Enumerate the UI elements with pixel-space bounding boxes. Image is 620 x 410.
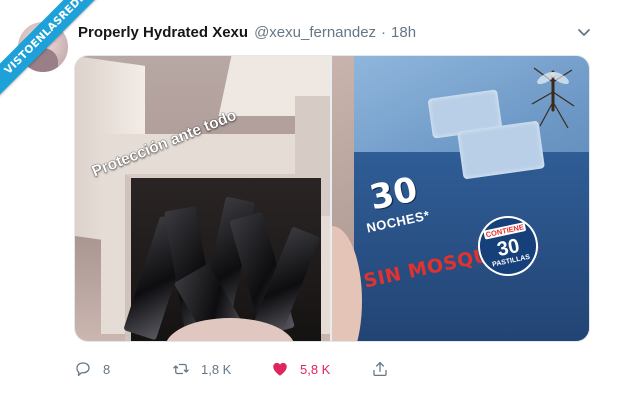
chevron-down-icon[interactable]: [576, 24, 592, 40]
share-icon: [373, 361, 387, 377]
tweet-media: Protección ante todo 30 NOCHES* SIN MOSQ…: [74, 55, 590, 342]
tweet-actions: 8 1,8 K 5,8 K: [74, 358, 404, 380]
watermark-ribbon: VISTOENLASREDES: [0, 0, 110, 110]
heart-icon: [273, 362, 287, 376]
like-button[interactable]: 5,8 K: [271, 358, 330, 380]
reply-icon: [76, 362, 90, 377]
mosquito-illustration: [531, 67, 575, 129]
separator-dot: ·: [381, 23, 387, 41]
photo-condom-box[interactable]: Protección ante todo: [75, 56, 330, 341]
box-inside: [123, 174, 321, 341]
retweet-count: 1,8 K: [201, 361, 232, 377]
user-handle[interactable]: @xexu_fernandez: [254, 24, 376, 41]
share-button[interactable]: [371, 358, 389, 380]
tweet-header: Properly Hydrated Xexu @xexu_fernandez ·…: [78, 22, 416, 42]
retweet-icon: [173, 363, 189, 375]
like-count: 5,8 K: [300, 361, 331, 377]
timestamp[interactable]: 18h: [391, 24, 416, 41]
watermark-text: VISTOENLASREDES: [0, 0, 110, 110]
reply-button[interactable]: 8: [74, 358, 110, 380]
reply-count: 8: [103, 361, 111, 377]
photo-mosquito-tablets[interactable]: 30 NOCHES* SIN MOSQUITOS CONTIENE 30 PAS…: [332, 56, 589, 341]
retweet-button[interactable]: 1,8 K: [172, 358, 231, 380]
